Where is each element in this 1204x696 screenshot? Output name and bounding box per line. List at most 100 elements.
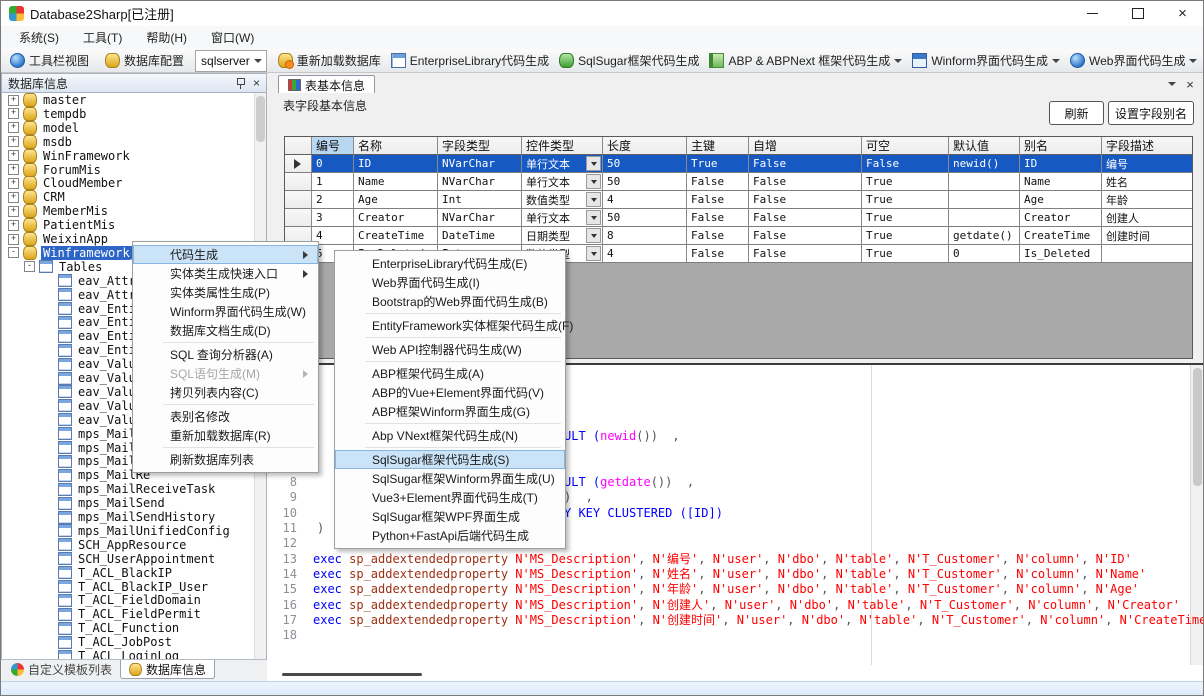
submenu-item-EnterpriseLibrary代码生成(E)[interactable]: EnterpriseLibrary代码生成(E) <box>335 254 565 273</box>
grid-cell[interactable] <box>949 209 1020 227</box>
grid-row-header[interactable] <box>285 191 312 209</box>
collapse-icon[interactable]: - <box>8 247 19 258</box>
grid-cell[interactable]: 1 <box>312 173 354 191</box>
close-button[interactable]: × <box>1160 1 1204 26</box>
tree-item-eav_Entity[interactable]: eav_Entity <box>2 343 152 357</box>
tree-item-T_ACL_JobPost[interactable]: T_ACL_JobPost <box>2 635 174 649</box>
toolbar-button-Web界面代码生成[interactable]: Web界面代码生成 <box>1065 50 1202 72</box>
tree-item-eav_Value_[interactable]: eav_Value_ <box>2 385 152 399</box>
tree-item-CloudMember[interactable]: +CloudMember <box>2 176 124 190</box>
control-type-dropdown[interactable] <box>586 192 601 207</box>
grid-cell[interactable]: ID <box>1020 155 1102 173</box>
submenu-item-SqlSugar框架代码生成(S)[interactable]: SqlSugar框架代码生成(S) <box>335 450 565 469</box>
grid-cell[interactable]: False <box>749 173 862 191</box>
expand-icon[interactable]: + <box>8 234 19 245</box>
grid-cell[interactable]: 8 <box>603 227 687 245</box>
grid-cell[interactable]: NVarChar <box>438 155 522 173</box>
tree-item-mps_MailSendHistory[interactable]: mps_MailSendHistory <box>2 510 217 524</box>
grid-cell[interactable]: Age <box>354 191 438 209</box>
menubar-item[interactable]: 帮助(H) <box>134 26 199 49</box>
grid-cell[interactable]: False <box>749 209 862 227</box>
tree-item-mps_MailAt[interactable]: mps_MailAt <box>2 427 152 441</box>
expand-icon[interactable]: + <box>8 150 19 161</box>
tree-item-eav_Value_[interactable]: eav_Value_ <box>2 399 152 413</box>
toolbar-button-工具栏视图[interactable]: 工具栏视图 <box>5 50 94 72</box>
grid-row-header[interactable] <box>285 173 312 191</box>
grid-cell[interactable]: 日期类型 <box>522 227 603 245</box>
tree-item-mps_MailDe[interactable]: mps_MailDe <box>2 454 152 468</box>
toolbar-button-重新加载数据库[interactable]: 重新加载数据库 <box>273 50 386 72</box>
toolbar-button-SqlSugar框架代码生成[interactable]: SqlSugar框架代码生成 <box>554 50 704 72</box>
grid-cell[interactable]: True <box>862 191 949 209</box>
grid-cell[interactable]: CreateTime <box>354 227 438 245</box>
tree-item-mps_MailReceiveTask[interactable]: mps_MailReceiveTask <box>2 482 217 496</box>
tree-item-mps_MailSend[interactable]: mps_MailSend <box>2 496 167 510</box>
tree-item-mps_MailUnifiedConfig[interactable]: mps_MailUnifiedConfig <box>2 524 232 538</box>
context-menu-item-实体类生成快速入口[interactable]: 实体类生成快速入口 <box>133 264 318 283</box>
grid-column-header[interactable]: 主键 <box>687 137 749 155</box>
grid-cell[interactable]: False <box>687 245 749 263</box>
expand-icon[interactable]: + <box>8 95 19 106</box>
panel-close-icon[interactable]: × <box>253 78 260 88</box>
grid-cell[interactable]: 4 <box>603 191 687 209</box>
tree-item-mps_MailCo[interactable]: mps_MailCo <box>2 441 152 455</box>
grid-column-header[interactable]: 自增 <box>749 137 862 155</box>
control-type-dropdown[interactable] <box>586 210 601 225</box>
menubar-item[interactable]: 系统(S) <box>7 26 71 49</box>
grid-cell[interactable]: Name <box>1020 173 1102 191</box>
grid-row[interactable]: 1NameNVarChar单行文本50FalseFalseTrueName姓名 <box>285 173 1193 191</box>
submenu-item-SqlSugar框架WPF界面生成[interactable]: SqlSugar框架WPF界面生成 <box>335 507 565 526</box>
grid-cell[interactable]: False <box>862 155 949 173</box>
submenu-item-Bootstrap的Web界面代码生成(B)[interactable]: Bootstrap的Web界面代码生成(B) <box>335 292 565 311</box>
expand-icon[interactable]: + <box>8 108 19 119</box>
grid-cell[interactable]: Age <box>1020 191 1102 209</box>
control-type-dropdown[interactable] <box>586 156 601 171</box>
grid-cell[interactable] <box>949 191 1020 209</box>
grid-cell[interactable]: Name <box>354 173 438 191</box>
grid-cell[interactable]: 单行文本 <box>522 155 603 173</box>
toolbar-button-数据库配置[interactable]: 数据库配置 <box>100 50 189 72</box>
grid-cell[interactable]: 50 <box>603 155 687 173</box>
grid-column-header[interactable]: 控件类型 <box>522 137 603 155</box>
tree-item-T_ACL_FieldDomain[interactable]: T_ACL_FieldDomain <box>2 593 203 607</box>
grid-cell[interactable]: NVarChar <box>438 209 522 227</box>
grid-cell[interactable]: False <box>687 191 749 209</box>
grid-cell[interactable]: True <box>862 245 949 263</box>
tree-item-msdb[interactable]: +msdb <box>2 135 74 149</box>
tree-item-WinFramework[interactable]: +WinFramework <box>2 149 132 163</box>
control-type-dropdown[interactable] <box>586 246 601 261</box>
menubar-item[interactable]: 窗口(W) <box>199 26 266 49</box>
bottom-tab-数据库信息[interactable]: 数据库信息 <box>120 660 215 679</box>
tree-item-ForumMis[interactable]: +ForumMis <box>2 163 103 177</box>
grid-cell[interactable]: 3 <box>312 209 354 227</box>
expand-icon[interactable]: + <box>8 122 19 133</box>
grid-column-header[interactable]: 名称 <box>354 137 438 155</box>
control-type-dropdown[interactable] <box>586 174 601 189</box>
context-menu-item-表别名修改[interactable]: 表别名修改 <box>133 407 318 426</box>
grid-cell[interactable] <box>1102 245 1193 263</box>
grid-row[interactable]: 2AgeInt数值类型4FalseFalseTrueAge年龄 <box>285 191 1193 209</box>
tree-item-eav_Entity[interactable]: eav_Entity <box>2 329 152 343</box>
tree-item-T_ACL_Function[interactable]: T_ACL_Function <box>2 621 181 635</box>
tree-item-model[interactable]: +model <box>2 121 81 135</box>
chevron-down-icon[interactable] <box>1189 59 1197 67</box>
grid-cell[interactable]: 单行文本 <box>522 173 603 191</box>
grid-cell[interactable]: False <box>749 155 862 173</box>
bottom-tab-自定义模板列表[interactable]: 自定义模板列表 <box>3 660 120 679</box>
maximize-button[interactable] <box>1115 1 1160 26</box>
grid-cell[interactable]: 创建时间 <box>1102 227 1193 245</box>
grid-cell[interactable]: False <box>749 191 862 209</box>
tree-item-T_ACL_FieldPermit[interactable]: T_ACL_FieldPermit <box>2 607 203 621</box>
expand-icon[interactable]: + <box>8 220 19 231</box>
expand-icon[interactable]: + <box>8 192 19 203</box>
grid-cell[interactable]: False <box>687 173 749 191</box>
tree-item-T_ACL_LoginLog[interactable]: T_ACL_LoginLog <box>2 649 181 659</box>
grid-cell[interactable]: False <box>749 245 862 263</box>
grid-column-header[interactable]: 编号 <box>312 137 354 155</box>
chevron-down-icon[interactable] <box>1052 59 1060 67</box>
grid-cell[interactable]: Creator <box>354 209 438 227</box>
tree-item-MemberMis[interactable]: +MemberMis <box>2 204 110 218</box>
tab-table-basic-info[interactable]: 表基本信息 <box>278 75 375 94</box>
grid-cell[interactable]: False <box>687 227 749 245</box>
grid-cell[interactable]: False <box>687 209 749 227</box>
